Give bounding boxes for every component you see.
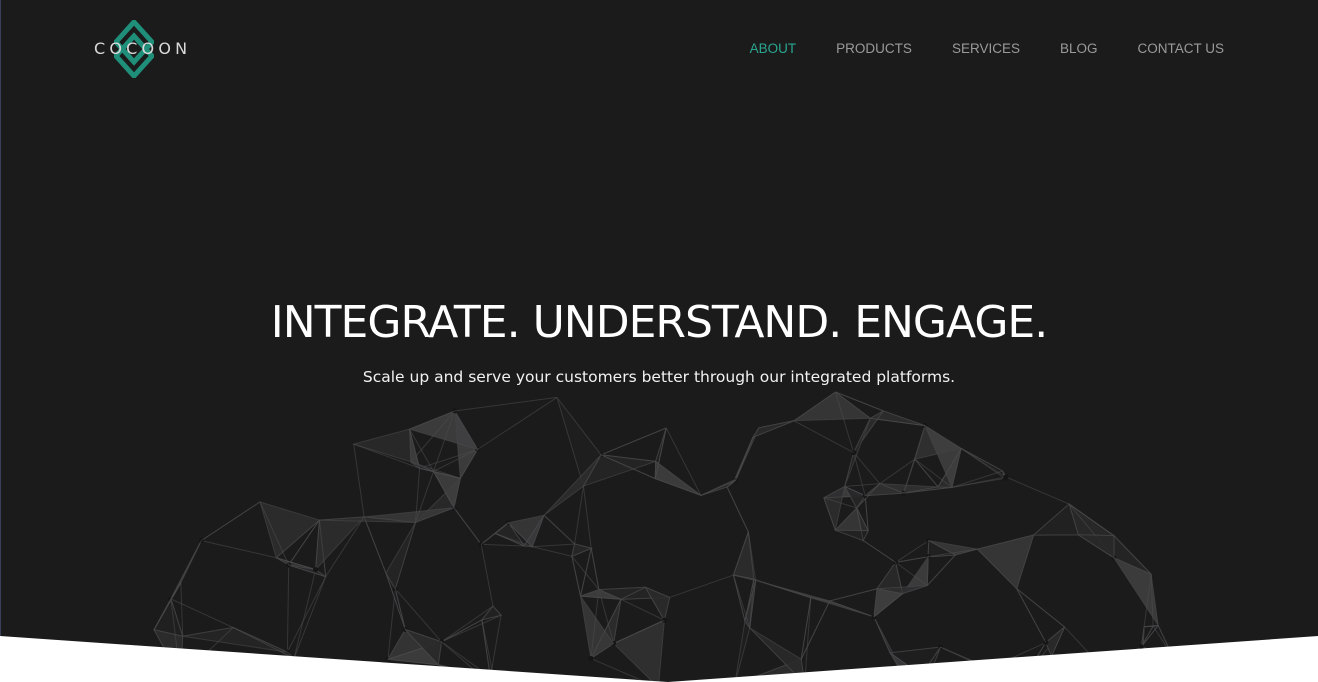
section-divider (0, 636, 1318, 682)
hero-section: COCOON ABOUT PRODUCTS SERVICES BLOG CONT… (0, 0, 1318, 682)
